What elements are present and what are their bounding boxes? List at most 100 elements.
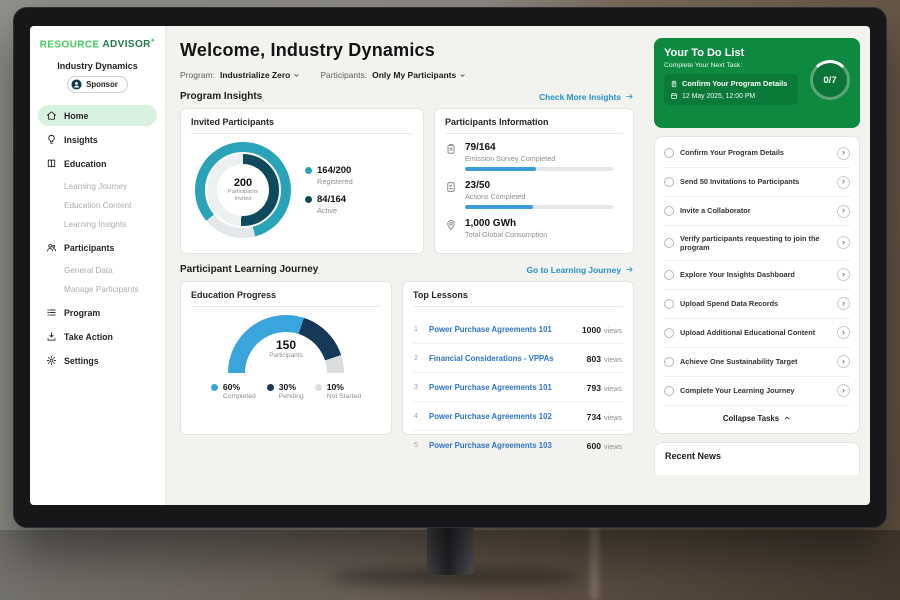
todo-panel: Your To Do List Complete Your Next Task:…	[648, 26, 870, 505]
task-checkbox[interactable]	[664, 148, 674, 158]
sidebar-item-label: Insights	[64, 135, 98, 145]
chevron-right-icon[interactable]: ›	[837, 205, 850, 218]
sponsor-badge[interactable]: Sponsor	[67, 76, 128, 93]
task-checkbox[interactable]	[664, 299, 674, 309]
consumption-row: 1,000 GWh Total Global Consumption	[445, 218, 623, 243]
chevron-right-icon[interactable]: ›	[837, 355, 850, 368]
sidebar-item-program[interactable]: Program	[38, 302, 157, 323]
task-item[interactable]: Upload Spend Data Records ›	[664, 290, 850, 319]
take-action-icon	[46, 331, 57, 342]
task-checkbox[interactable]	[664, 386, 674, 396]
chevron-right-icon[interactable]: ›	[837, 297, 850, 310]
chevron-right-icon[interactable]: ›	[837, 147, 850, 160]
task-item[interactable]: Confirm Your Program Details ›	[664, 139, 850, 168]
task-checkbox[interactable]	[664, 238, 674, 248]
top-lessons-title: Top Lessons	[413, 290, 623, 307]
todo-card: Your To Do List Complete Your Next Task:…	[654, 38, 860, 128]
sidebar-item-home[interactable]: Home	[38, 105, 157, 126]
sidebar-item-label: Participants	[64, 243, 114, 253]
sidebar-item-insights[interactable]: Insights	[38, 129, 157, 150]
task-label: Confirm Your Program Details	[680, 148, 831, 157]
sidebar-item-learning-journey[interactable]: Learning Journey	[38, 177, 157, 196]
todo-due-label: 12 May 2025, 12:00 PM	[682, 93, 755, 100]
sidebar-item-general-data[interactable]: General Data	[38, 261, 157, 280]
sidebar-item-education[interactable]: Education	[38, 153, 157, 174]
task-item[interactable]: Send 50 Invitations to Participants ›	[664, 168, 850, 197]
chevron-right-icon[interactable]: ›	[837, 236, 850, 249]
program-select[interactable]: Industrialize Zero	[220, 70, 300, 80]
task-label: Invite a Collaborator	[680, 206, 831, 215]
task-item[interactable]: Verify participants requesting to join t…	[664, 226, 850, 261]
recent-news-card: Recent News	[654, 442, 860, 475]
chevron-up-icon	[783, 414, 791, 422]
consumption-value: 1,000 GWh	[465, 218, 547, 229]
pending-value: 30%	[279, 382, 304, 392]
legend-active: 84/164 Active	[305, 194, 353, 215]
lesson-link[interactable]: Power Purchase Agreements 103	[429, 441, 580, 450]
check-more-insights-link[interactable]: Check More Insights	[539, 92, 634, 102]
lesson-rank: 5	[414, 442, 422, 449]
lesson-rank: 1	[414, 326, 422, 333]
task-checkbox[interactable]	[664, 206, 674, 216]
main-content: Welcome, Industry Dynamics Program: Indu…	[166, 26, 648, 505]
todo-next-task[interactable]: Confirm Your Program Details	[670, 79, 792, 88]
invited-total-label: Participants Invited	[224, 189, 262, 203]
chevron-right-icon[interactable]: ›	[837, 326, 850, 339]
screen: RESOURCE ADVISOR+ Industry Dynamics Spon…	[30, 26, 870, 505]
chevron-right-icon[interactable]: ›	[837, 384, 850, 397]
pin-icon	[445, 219, 457, 231]
sidebar-item-settings[interactable]: Settings	[38, 350, 157, 371]
progress-fill	[465, 167, 536, 171]
task-item[interactable]: Invite a Collaborator ›	[664, 197, 850, 226]
lesson-link[interactable]: Power Purchase Agreements 101	[429, 383, 580, 392]
task-checkbox[interactable]	[664, 177, 674, 187]
task-item[interactable]: Explore Your Insights Dashboard ›	[664, 261, 850, 290]
task-item[interactable]: Achieve One Sustainability Target ›	[664, 348, 850, 377]
invited-donut: 200 Participants Invited	[195, 142, 291, 238]
task-item[interactable]: Upload Additional Educational Content ›	[664, 319, 850, 348]
task-item[interactable]: Complete Your Learning Journey ›	[664, 377, 850, 406]
participants-select[interactable]: Only My Participants	[372, 70, 466, 80]
sidebar-item-label: Education	[64, 159, 107, 169]
task-checkbox[interactable]	[664, 270, 674, 280]
actions-completed-value: 23/50	[465, 180, 613, 191]
collapse-tasks-button[interactable]: Collapse Tasks	[664, 406, 850, 431]
background-highlight	[590, 520, 599, 600]
sidebar-item-manage-participants[interactable]: Manage Participants	[38, 280, 157, 299]
document-icon	[670, 80, 678, 88]
active-label: Active	[317, 206, 346, 215]
invited-donut-wrap: 200 Participants Invited 164/200 Registe	[191, 142, 413, 238]
task-checkbox[interactable]	[664, 357, 674, 367]
sidebar-item-participants[interactable]: Participants	[38, 237, 157, 258]
completed-dot	[211, 384, 218, 391]
participants-select-value: Only My Participants	[372, 70, 456, 80]
education-total: 150	[228, 338, 344, 352]
calendar-icon	[670, 92, 678, 100]
lesson-views-suffix: views	[604, 384, 622, 393]
emission-survey-row: 79/164 Emission Survey Completed	[445, 142, 623, 171]
task-checkbox[interactable]	[664, 328, 674, 338]
education-total-label: Participants	[228, 352, 344, 359]
lesson-link[interactable]: Power Purchase Agreements 101	[429, 325, 575, 334]
sidebar-item-label: Take Action	[64, 332, 113, 342]
arrow-right-icon	[625, 265, 634, 274]
sidebar-item-education-content[interactable]: Education Content	[38, 196, 157, 215]
go-to-learning-journey-link[interactable]: Go to Learning Journey	[527, 265, 634, 275]
invited-donut-center: 200 Participants Invited	[217, 164, 269, 216]
not-started-label: Not Started	[327, 393, 361, 400]
program-insights-header: Program Insights Check More Insights	[180, 91, 634, 102]
chevron-right-icon[interactable]: ›	[837, 176, 850, 189]
todo-progress-ring: 0/7	[810, 60, 850, 100]
education-gauge-wrap: 150 Participants 60% Completed	[191, 315, 381, 400]
sidebar-item-label: Program	[64, 308, 100, 318]
lesson-link[interactable]: Financial Considerations - VPPAs	[429, 354, 580, 363]
chevron-right-icon[interactable]: ›	[837, 268, 850, 281]
monitor-stand	[427, 523, 474, 575]
sidebar-item-take-action[interactable]: Take Action	[38, 326, 157, 347]
sidebar-item-learning-insights[interactable]: Learning Insights	[38, 215, 157, 234]
program-icon	[46, 307, 57, 318]
education-gauge-container: 150 Participants	[228, 315, 344, 373]
lesson-link[interactable]: Power Purchase Agreements 102	[429, 412, 580, 421]
invited-legend: 164/200 Registered 84/164 Active	[305, 157, 353, 223]
active-value: 84/164	[317, 194, 346, 205]
